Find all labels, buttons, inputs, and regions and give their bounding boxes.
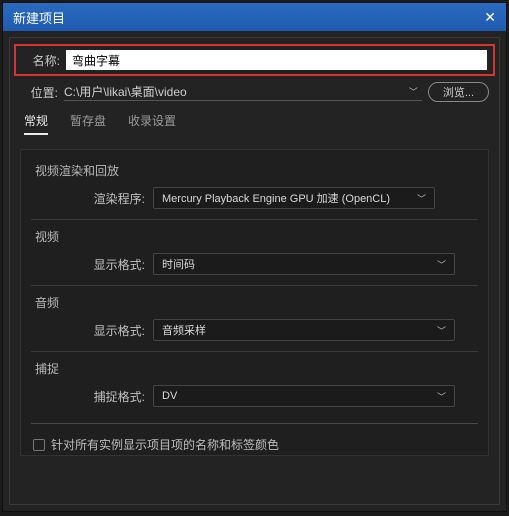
capture-format-value: DV xyxy=(162,390,177,402)
general-panel: 视频渲染和回放 渲染程序: Mercury Playback Engine GP… xyxy=(20,149,489,456)
audio-format-value: 音频采样 xyxy=(162,322,206,338)
show-names-checkbox[interactable] xyxy=(33,439,45,451)
chevron-down-icon: ﹀ xyxy=(437,324,446,337)
chevron-down-icon: ﹀ xyxy=(437,390,446,403)
section-playback-title: 视频渲染和回放 xyxy=(35,162,482,179)
renderer-select[interactable]: Mercury Playback Engine GPU 加速 (OpenCL) … xyxy=(153,187,435,209)
audio-format-label: 显示格式: xyxy=(27,322,145,339)
new-project-dialog: 新建项目 ✕ 名称: 位置: C:\用户\likai\桌面\video ﹀ 浏览… xyxy=(2,2,507,512)
location-value: C:\用户\likai\桌面\video xyxy=(64,83,187,100)
renderer-value: Mercury Playback Engine GPU 加速 (OpenCL) xyxy=(162,190,390,206)
location-row: 位置: C:\用户\likai\桌面\video ﹀ 浏览... xyxy=(20,82,489,102)
tab-ingest-settings[interactable]: 收录设置 xyxy=(128,112,176,135)
browse-button[interactable]: 浏览... xyxy=(428,82,489,102)
chevron-down-icon: ﹀ xyxy=(417,192,426,205)
chevron-down-icon: ﹀ xyxy=(409,85,418,98)
project-name-input[interactable] xyxy=(66,50,487,70)
tabs: 常规 暂存盘 收录设置 xyxy=(24,112,489,135)
video-format-row: 显示格式: 时间码 ﹀ xyxy=(27,253,482,275)
name-row: 名称: xyxy=(14,44,495,76)
video-format-value: 时间码 xyxy=(162,256,195,272)
divider xyxy=(31,351,478,352)
section-capture-title: 捕捉 xyxy=(35,360,482,377)
video-format-label: 显示格式: xyxy=(27,256,145,273)
dialog-title: 新建项目 xyxy=(13,8,65,27)
audio-format-select[interactable]: 音频采样 ﹀ xyxy=(153,319,455,341)
show-names-row: 针对所有实例显示项目项的名称和标签颜色 xyxy=(33,436,482,453)
divider xyxy=(31,219,478,220)
section-audio-title: 音频 xyxy=(35,294,482,311)
name-label: 名称: xyxy=(22,52,60,69)
section-video-title: 视频 xyxy=(35,228,482,245)
chevron-down-icon: ﹀ xyxy=(437,258,446,271)
divider xyxy=(31,285,478,286)
tab-scratch-disks[interactable]: 暂存盘 xyxy=(70,112,106,135)
divider xyxy=(31,423,478,424)
location-dropdown[interactable]: C:\用户\likai\桌面\video ﹀ xyxy=(64,83,422,101)
capture-format-select[interactable]: DV ﹀ xyxy=(153,385,455,407)
dialog-body: 名称: 位置: C:\用户\likai\桌面\video ﹀ 浏览... 常规 … xyxy=(9,37,500,505)
tab-general[interactable]: 常规 xyxy=(24,112,48,135)
renderer-label: 渲染程序: xyxy=(27,190,145,207)
renderer-row: 渲染程序: Mercury Playback Engine GPU 加速 (Op… xyxy=(27,187,482,209)
capture-format-label: 捕捉格式: xyxy=(27,388,145,405)
close-icon[interactable]: ✕ xyxy=(484,10,496,24)
location-label: 位置: xyxy=(20,84,58,101)
show-names-label: 针对所有实例显示项目项的名称和标签颜色 xyxy=(51,436,279,453)
audio-format-row: 显示格式: 音频采样 ﹀ xyxy=(27,319,482,341)
capture-format-row: 捕捉格式: DV ﹀ xyxy=(27,385,482,407)
video-format-select[interactable]: 时间码 ﹀ xyxy=(153,253,455,275)
titlebar: 新建项目 ✕ xyxy=(3,3,506,31)
